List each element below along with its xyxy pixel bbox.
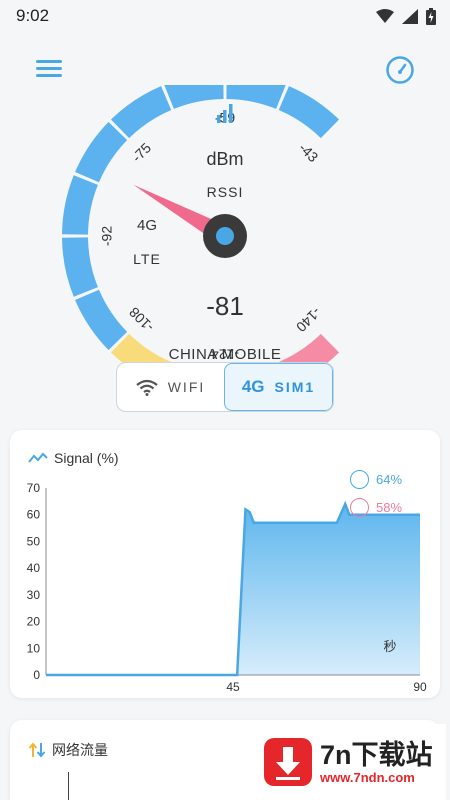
carrier-name: CHINA MOBILE <box>169 346 282 363</box>
gauge-tick-label: -108 <box>126 304 157 335</box>
x-tick-label: 90 <box>413 680 427 694</box>
watermark-url: www.7ndn.com <box>320 769 415 785</box>
gauge-value: -81 <box>206 291 244 321</box>
gauge-arc-segment <box>164 85 224 109</box>
speedometer-icon[interactable] <box>384 54 416 86</box>
legend-circle-icon <box>350 498 369 517</box>
y-tick-label: 20 <box>27 615 41 629</box>
wifi-label: WIFI <box>167 379 206 395</box>
status-icons <box>376 7 436 25</box>
chart-unit-label: 秒 <box>383 639 396 654</box>
legend-sim1-value: 64% <box>376 472 403 487</box>
line-chart-icon <box>28 452 48 463</box>
download-logo-icon <box>264 738 312 786</box>
y-tick-label: 60 <box>27 508 41 522</box>
gauge-tick-label: -75 <box>129 139 155 165</box>
signal-card-title: Signal (%) <box>54 450 119 466</box>
gauge-arc-segment <box>278 86 340 139</box>
gauge-arc-segment <box>62 175 98 235</box>
signal-card-header: Signal (%) <box>28 450 119 466</box>
needle-hub-center <box>216 227 234 245</box>
network-toggle: WIFI 4G SIM1 <box>116 362 334 412</box>
y-tick-label: 0 <box>33 668 40 682</box>
x-tick-label: 45 <box>226 680 240 694</box>
gauge-tick-label: -43 <box>296 140 322 166</box>
wifi-status-icon <box>376 8 394 23</box>
legend-circle-icon <box>350 470 369 489</box>
gauge-arc-segment <box>226 85 286 109</box>
gauge-arc-segment <box>110 86 172 139</box>
gauge-arc-segment <box>278 333 340 365</box>
chart-area <box>46 504 420 675</box>
battery-icon <box>426 7 436 25</box>
legend-sim1: 64% <box>350 470 402 489</box>
y-tick-label: 50 <box>27 534 41 548</box>
sim-label: SIM1 <box>274 379 316 395</box>
gauge-network: 4G <box>137 217 157 234</box>
status-bar: 9:02 <box>0 0 450 32</box>
signal-card: 0 10 20 30 40 50 60 70 45 90 秒 Signal (%) 64% 58% <box>10 430 440 698</box>
gauge-tick-label: -92 <box>99 226 115 246</box>
traffic-card-header: 网络流量 <box>28 740 108 760</box>
watermark-title: 7n下载站 <box>320 739 433 770</box>
y-tick-label: 10 <box>27 641 41 655</box>
sim1-option[interactable]: 4G SIM1 <box>224 363 333 411</box>
signal-gauge: -140-124-108-92-75-59-43 dBm RSSI 4G LTE… <box>62 85 340 365</box>
y-tick-label: 40 <box>27 561 41 575</box>
traffic-card-title: 网络流量 <box>52 742 108 758</box>
up-down-arrows-icon <box>28 742 46 758</box>
gauge-arc-segment <box>75 121 128 183</box>
legend-sim2-value: 58% <box>376 500 403 515</box>
watermark-banner[interactable]: 7n下载站 www.7ndn.com <box>248 724 446 800</box>
y-tick-label: 30 <box>27 588 41 602</box>
gauge-tech: LTE <box>133 251 161 267</box>
wifi-icon <box>136 379 158 396</box>
cell-signal-icon <box>402 8 418 24</box>
gauge-unit: dBm <box>206 149 243 169</box>
legend-sim2: 58% <box>350 498 402 517</box>
gauge-tick-label: -140 <box>293 304 324 335</box>
menu-icon[interactable] <box>34 56 64 82</box>
gauge-arc-segment <box>62 237 98 297</box>
gauge-metric: RSSI <box>207 184 244 200</box>
gauge-arc-segment <box>75 289 128 351</box>
traffic-axis-line <box>68 772 69 800</box>
wifi-option[interactable]: WIFI <box>117 363 224 411</box>
y-tick-label: 70 <box>27 481 41 495</box>
status-time: 9:02 <box>16 6 50 25</box>
sim-network-badge: 4G <box>241 377 265 396</box>
